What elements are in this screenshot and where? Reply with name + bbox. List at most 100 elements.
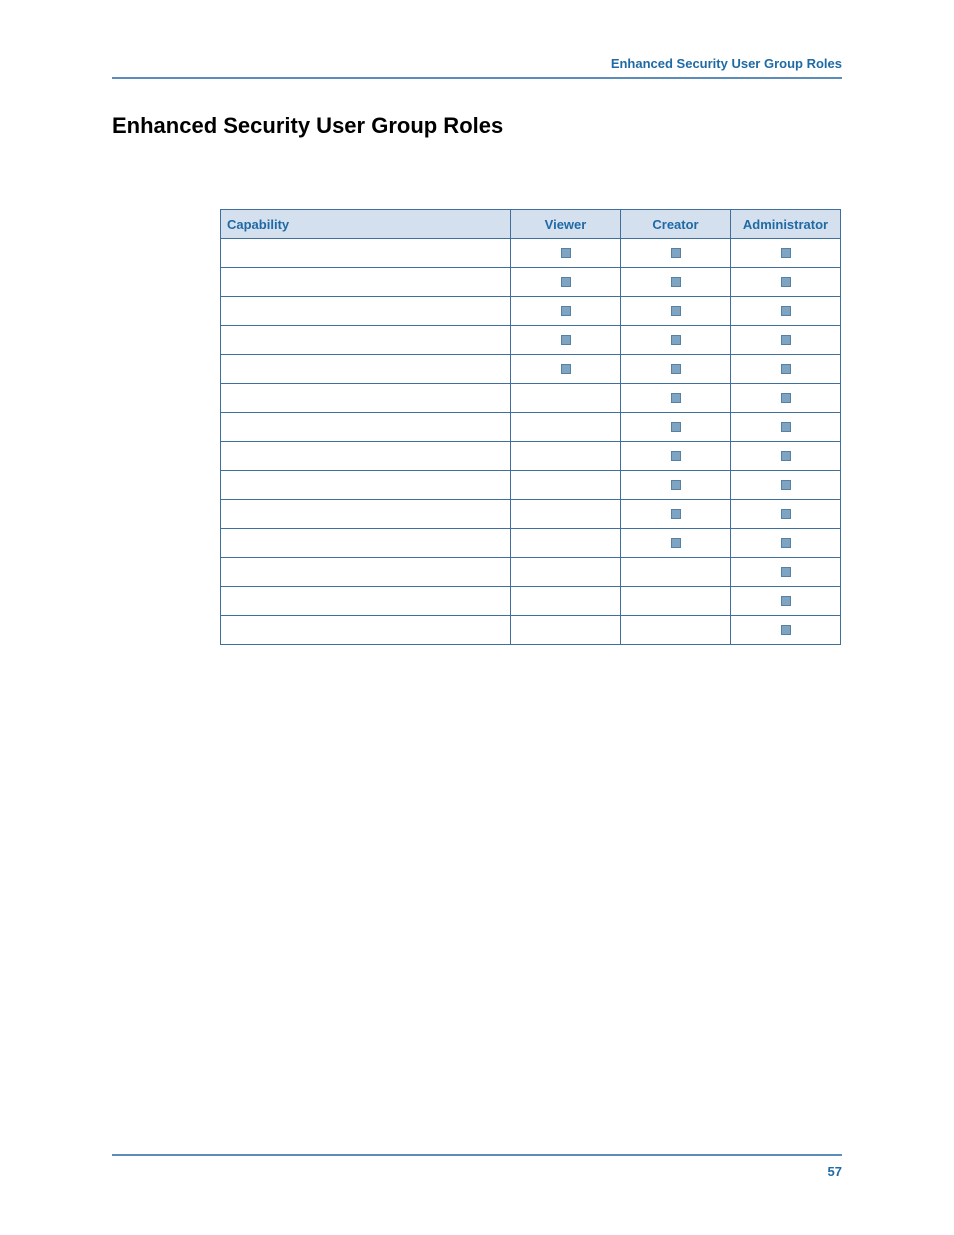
creator-cell (621, 326, 731, 355)
check-icon (561, 306, 571, 316)
check-icon (781, 248, 791, 258)
check-icon (671, 538, 681, 548)
capability-cell (221, 384, 511, 413)
check-icon (781, 277, 791, 287)
administrator-cell (731, 529, 841, 558)
administrator-cell (731, 616, 841, 645)
creator-cell (621, 384, 731, 413)
capability-cell (221, 413, 511, 442)
table-row (221, 326, 841, 355)
check-icon (781, 422, 791, 432)
check-icon (561, 335, 571, 345)
table-row (221, 616, 841, 645)
table-row (221, 471, 841, 500)
check-icon (671, 509, 681, 519)
capability-cell (221, 268, 511, 297)
administrator-cell (731, 268, 841, 297)
administrator-cell (731, 587, 841, 616)
col-administrator: Administrator (731, 210, 841, 239)
creator-cell (621, 616, 731, 645)
viewer-cell (511, 355, 621, 384)
capability-cell (221, 616, 511, 645)
check-icon (781, 306, 791, 316)
capability-cell (221, 529, 511, 558)
check-icon (671, 422, 681, 432)
table-row (221, 587, 841, 616)
creator-cell (621, 413, 731, 442)
check-icon (781, 567, 791, 577)
col-viewer: Viewer (511, 210, 621, 239)
viewer-cell (511, 268, 621, 297)
creator-cell (621, 239, 731, 268)
administrator-cell (731, 326, 841, 355)
administrator-cell (731, 442, 841, 471)
capability-cell (221, 355, 511, 384)
creator-cell (621, 558, 731, 587)
capability-cell (221, 326, 511, 355)
capability-cell (221, 239, 511, 268)
table-row (221, 558, 841, 587)
check-icon (781, 509, 791, 519)
administrator-cell (731, 384, 841, 413)
administrator-cell (731, 471, 841, 500)
administrator-cell (731, 297, 841, 326)
viewer-cell (511, 558, 621, 587)
table-row (221, 268, 841, 297)
table-row (221, 442, 841, 471)
col-creator: Creator (621, 210, 731, 239)
check-icon (561, 364, 571, 374)
administrator-cell (731, 413, 841, 442)
check-icon (781, 393, 791, 403)
check-icon (671, 393, 681, 403)
viewer-cell (511, 442, 621, 471)
check-icon (781, 625, 791, 635)
check-icon (671, 277, 681, 287)
col-capability: Capability (221, 210, 511, 239)
table-row (221, 500, 841, 529)
administrator-cell (731, 239, 841, 268)
check-icon (781, 335, 791, 345)
viewer-cell (511, 413, 621, 442)
viewer-cell (511, 471, 621, 500)
check-icon (671, 451, 681, 461)
running-header: Enhanced Security User Group Roles (112, 56, 842, 77)
capability-cell (221, 297, 511, 326)
viewer-cell (511, 297, 621, 326)
check-icon (561, 248, 571, 258)
creator-cell (621, 355, 731, 384)
viewer-cell (511, 587, 621, 616)
roles-table: Capability Viewer Creator Administrator (220, 209, 841, 645)
footer-rule (112, 1154, 842, 1156)
check-icon (781, 538, 791, 548)
capability-cell (221, 500, 511, 529)
capability-cell (221, 558, 511, 587)
header-rule (112, 77, 842, 79)
check-icon (671, 248, 681, 258)
check-icon (671, 480, 681, 490)
capability-cell (221, 442, 511, 471)
viewer-cell (511, 616, 621, 645)
viewer-cell (511, 326, 621, 355)
table-row (221, 355, 841, 384)
table-header-row: Capability Viewer Creator Administrator (221, 210, 841, 239)
table-row (221, 413, 841, 442)
capability-cell (221, 471, 511, 500)
creator-cell (621, 442, 731, 471)
table-row (221, 297, 841, 326)
creator-cell (621, 500, 731, 529)
check-icon (781, 596, 791, 606)
administrator-cell (731, 500, 841, 529)
check-icon (671, 364, 681, 374)
table-row (221, 384, 841, 413)
check-icon (671, 306, 681, 316)
administrator-cell (731, 355, 841, 384)
check-icon (671, 335, 681, 345)
capability-cell (221, 587, 511, 616)
check-icon (781, 451, 791, 461)
creator-cell (621, 471, 731, 500)
viewer-cell (511, 384, 621, 413)
creator-cell (621, 587, 731, 616)
creator-cell (621, 529, 731, 558)
check-icon (561, 277, 571, 287)
creator-cell (621, 268, 731, 297)
